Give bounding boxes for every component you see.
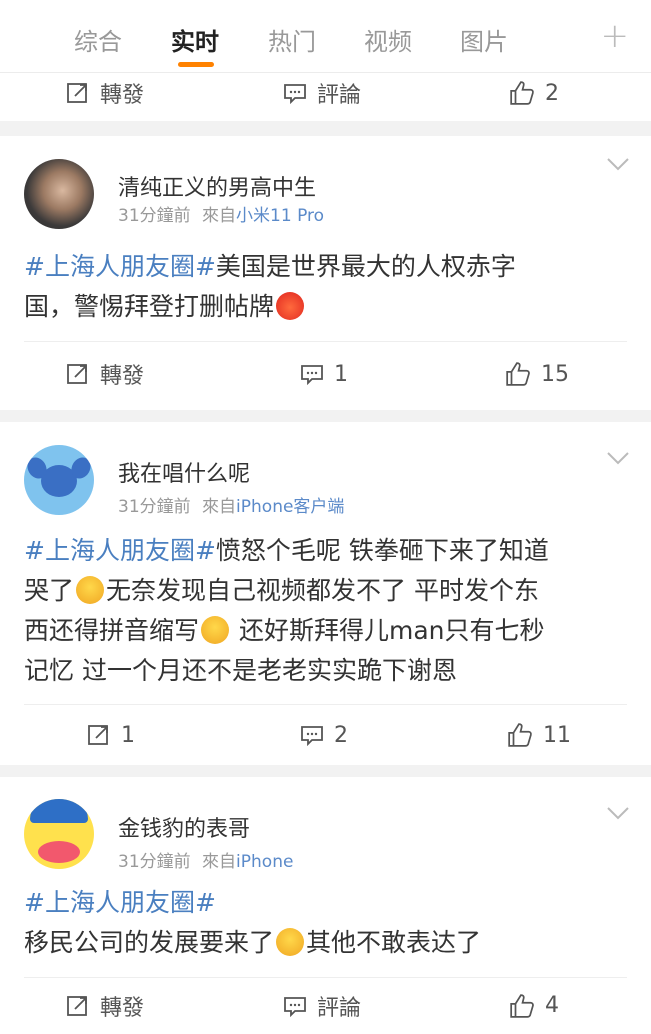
post-text-line: 西还得拼音缩写 [24,616,200,645]
post-source[interactable]: 小米11 Pro [236,206,324,226]
username[interactable]: 我在唱什么呢 [118,456,250,488]
from-label: 來自 [202,852,237,872]
repost-label: 轉發 [100,364,145,389]
repost-button[interactable]: 轉發 [66,343,144,405]
from-label: 來自 [202,206,237,226]
tab-realtime[interactable]: 实时 [171,22,219,57]
like-button[interactable]: 11 [507,705,571,765]
post-text: #上海人朋友圈#美国是世界最大的人权赤字 国，警惕拜登打删帖牌 [24,247,627,327]
username[interactable]: 金钱豹的表哥 [118,811,250,843]
repost-icon [67,995,87,1016]
post-text-line: 还好斯拜得儿man只有七秒 [231,616,545,645]
thumbs-up-icon [510,993,534,1018]
post-text: #上海人朋友圈# 移民公司的发展要来了 其他不敢表达了 [24,883,627,963]
tab-hot[interactable]: 热门 [268,22,316,57]
active-tab-indicator [178,62,214,67]
thumbs-up-icon [508,723,532,747]
divider [24,341,627,342]
tab-all[interactable]: 综合 [74,22,122,57]
comment-button[interactable]: 1 [300,343,348,405]
avatar[interactable] [24,799,94,869]
repost-icon [88,725,108,745]
add-tab-icon[interactable]: + [601,16,630,56]
post-meta: 31分鐘前 來自小米11 Pro [118,201,324,226]
like-count: 15 [541,361,569,387]
post-text-line: 记忆 过一个月还不是老老实实跪下谢恩 [24,656,457,685]
comment-button[interactable]: 評論 [283,977,361,1034]
chevron-down-icon[interactable] [607,807,629,821]
post-text: #上海人朋友圈#愤怒个毛呢 铁拳砸下来了知道 哭了 无奈发现自己视频都发不了 平时… [24,531,627,691]
laugh-cry-face-icon [76,576,105,604]
repost-count: 1 [121,722,135,748]
username[interactable]: 清纯正义的男高中生 [118,170,316,202]
post-time: 31分鐘前 [118,497,191,517]
comment-icon [301,365,323,386]
feed-gap [0,410,651,422]
post-text-line: 愤怒个毛呢 铁拳砸下来了知道 [215,536,549,565]
post-meta: 31分鐘前 來自iPhone [118,847,293,872]
avatar[interactable] [24,445,94,515]
topic-link[interactable]: #上海人朋友圈# [24,252,216,281]
post-text-line: 无奈发现自己视频都发不了 平时发个东 [106,576,539,605]
post-time: 31分鐘前 [118,852,191,872]
angry-face-icon [276,292,305,320]
laugh-cry-face-icon [201,616,230,644]
comment-label: 評論 [317,83,362,108]
post-source[interactable]: iPhone客户端 [236,497,344,517]
like-count: 11 [543,722,571,748]
comment-count: 2 [334,722,348,748]
like-count: 2 [545,80,559,106]
post-card[interactable]: 我在唱什么呢 31分鐘前 來自iPhone客户端 #上海人朋友圈#愤怒个毛呢 铁… [0,422,651,765]
from-label: 來自 [202,497,237,517]
post-text-line: 国，警惕拜登打删帖牌 [24,292,275,321]
hush-face-icon [276,928,305,956]
tab-images[interactable]: 图片 [460,22,508,57]
post-source[interactable]: iPhone [236,852,293,872]
comment-count: 1 [334,361,348,387]
like-button[interactable]: 4 [509,977,559,1034]
post-card[interactable]: 金钱豹的表哥 31分鐘前 來自iPhone #上海人朋友圈# 移民公司的发展要来… [0,777,651,1034]
like-button[interactable]: 15 [505,343,569,405]
feed-gap [0,121,651,136]
repost-button[interactable]: 1 [87,705,135,765]
avatar[interactable] [24,159,94,229]
post-text-line: 哭了 [24,576,75,605]
tab-bar: 综合 实时 热门 视频 图片 + [0,0,651,73]
repost-icon [67,364,87,384]
repost-icon [67,83,87,103]
post-card[interactable]: 清纯正义的男高中生 31分鐘前 來自小米11 Pro #上海人朋友圈#美国是世界… [0,136,651,410]
chevron-down-icon[interactable] [607,452,629,466]
comment-button[interactable]: 評論 [283,73,361,113]
comment-icon [284,996,306,1017]
comment-button[interactable]: 2 [300,705,348,765]
repost-button[interactable]: 轉發 [66,977,144,1034]
post-meta: 31分鐘前 來自iPhone客户端 [118,492,344,517]
chevron-down-icon[interactable] [607,158,629,172]
repost-label: 轉發 [100,83,145,108]
thumbs-up-icon [506,362,530,386]
repost-button[interactable]: 轉發 [66,73,144,113]
action-bar: 轉發 評論 2 [0,73,651,121]
feed-gap [0,765,651,777]
thumbs-up-icon [510,81,534,105]
post-text-line: 移民公司的发展要来了 [24,928,275,957]
post-text-line: 美国是世界最大的人权赤字 [215,252,516,281]
comment-icon [284,84,306,105]
tab-video[interactable]: 视频 [364,22,412,57]
topic-link[interactable]: #上海人朋友圈# [24,536,216,565]
comment-icon [301,726,323,747]
like-count: 4 [545,993,559,1018]
post-time: 31分鐘前 [118,206,191,226]
post-text-line: 其他不敢表达了 [306,928,482,957]
topic-link[interactable]: #上海人朋友圈# [24,888,216,917]
repost-label: 轉發 [100,995,145,1021]
like-button[interactable]: 2 [509,73,559,113]
comment-label: 評論 [317,995,362,1021]
